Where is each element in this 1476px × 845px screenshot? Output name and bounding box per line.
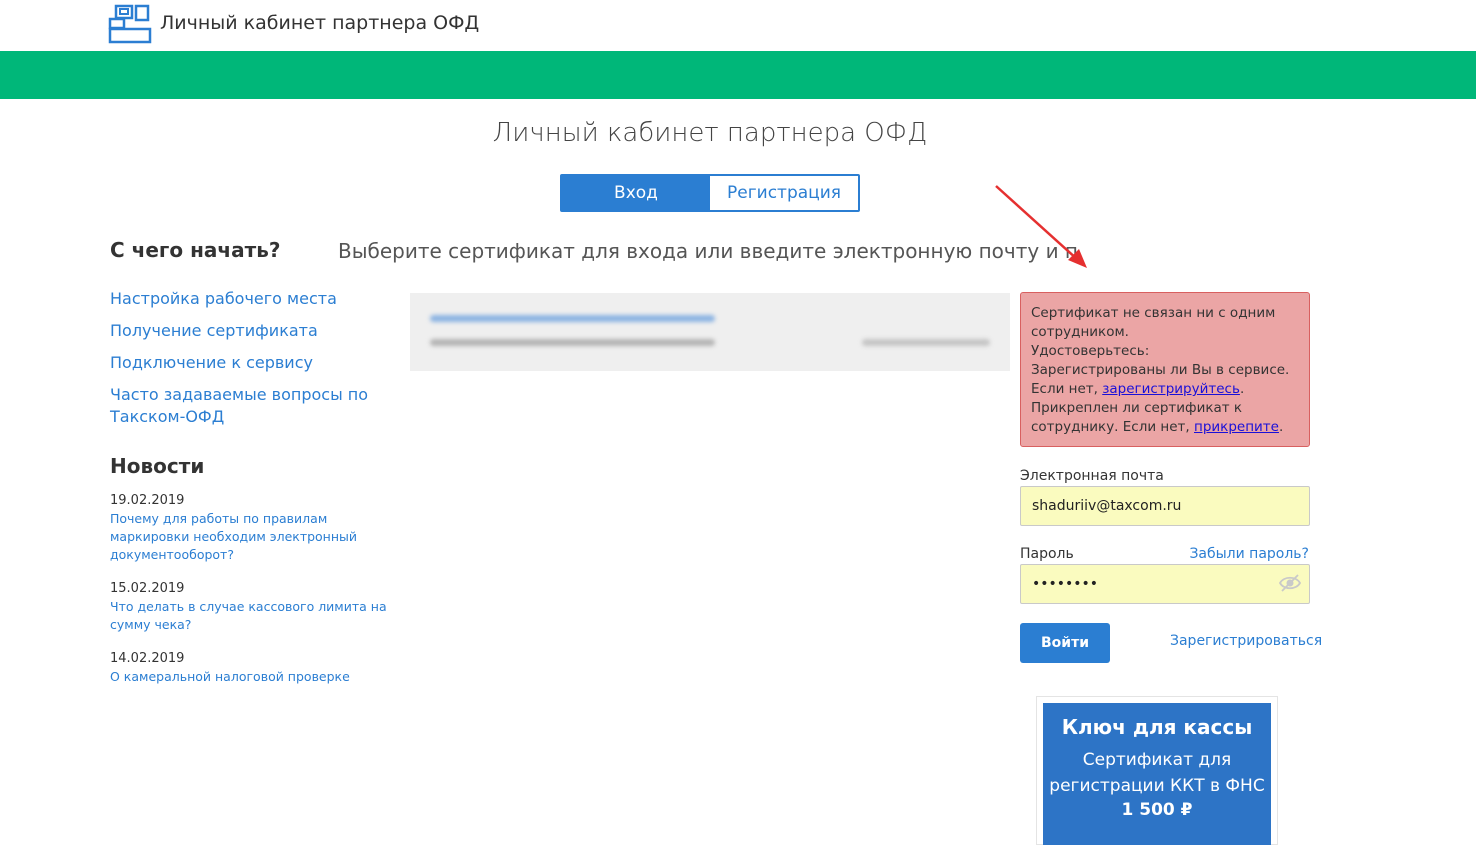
alert-attach-link[interactable]: прикрепите — [1194, 419, 1279, 435]
promo-description: Сертификат для регистрации ККТ в ФНС — [1049, 750, 1265, 796]
brand-title[interactable]: Личный кабинет партнера ОФД — [160, 12, 479, 34]
alert-text: Сертификат не связан ни с одним сотрудни… — [1031, 305, 1276, 340]
alert-register-link[interactable]: зарегистрируйтесь — [1102, 381, 1240, 397]
email-field[interactable] — [1020, 486, 1310, 526]
news-title: Новости — [110, 454, 205, 478]
header-band — [0, 51, 1476, 99]
register-link[interactable]: Зарегистрироваться — [1170, 633, 1322, 649]
promo-content: Ключ для кассы Сертификат для регистраци… — [1043, 703, 1271, 845]
tab-login[interactable]: Вход — [562, 176, 710, 210]
alert-text: Зарегистрированы ли Вы в сервисе. — [1031, 362, 1290, 378]
promo-banner[interactable]: Ключ для кассы Сертификат для регистраци… — [1036, 696, 1278, 845]
certificate-list-item[interactable] — [410, 293, 1010, 371]
news-link[interactable]: О камеральной налоговой проверке — [110, 668, 390, 686]
login-button[interactable]: Войти — [1020, 623, 1110, 663]
news-item: 19.02.2019 Почему для работы по правилам… — [110, 492, 390, 564]
news-date: 14.02.2019 — [110, 651, 185, 666]
sidebar-link-connect-service[interactable]: Подключение к сервису — [110, 352, 390, 374]
alert-text: Если нет, зарегистрируйтесь. — [1031, 381, 1245, 397]
certificate-error-alert: Сертификат не связан ни с одним сотрудни… — [1020, 292, 1310, 447]
news-date: 19.02.2019 — [110, 493, 185, 508]
sidebar-link-workplace-setup[interactable]: Настройка рабочего места — [110, 288, 390, 310]
news-item: 15.02.2019 Что делать в случае кассового… — [110, 580, 390, 634]
certificate-validity-blurred — [862, 339, 990, 346]
red-arrow-annotation — [995, 185, 1087, 268]
promo-title: Ключ для кассы — [1061, 715, 1253, 739]
page-title: Личный кабинет партнера ОФД — [492, 118, 928, 148]
password-label: Пароль — [1020, 546, 1074, 562]
sidebar-link-faq[interactable]: Часто задаваемые вопросы по Такском-ОФД — [110, 384, 390, 428]
forgot-password-link[interactable]: Забыли пароль? — [1189, 546, 1309, 562]
top-bar: Личный кабинет партнера ОФД — [0, 0, 1476, 51]
password-field[interactable] — [1020, 564, 1310, 604]
promo-price: 1 500 ₽ — [1121, 800, 1193, 820]
certificate-issuer-blurred — [430, 339, 715, 346]
news-link[interactable]: Что делать в случае кассового лимита на … — [110, 598, 390, 634]
show-password-icon[interactable] — [1278, 573, 1302, 593]
tab-registration[interactable]: Регистрация — [710, 176, 858, 210]
news-item: 14.02.2019 О камеральной налоговой прове… — [110, 650, 390, 686]
alert-text: Прикреплен ли сертификат к сотруднику. Е… — [1031, 400, 1284, 435]
cash-register-icon[interactable] — [108, 4, 152, 44]
alert-text: Удостоверьтесь: — [1031, 343, 1150, 359]
login-instructions: Выберите сертификат для входа или введит… — [338, 239, 1078, 263]
sidebar-link-get-certificate[interactable]: Получение сертификата — [110, 320, 390, 342]
auth-tabs: Вход Регистрация — [560, 174, 860, 212]
sidebar: С чего начать? Настройка рабочего места … — [110, 238, 390, 702]
certificate-owner-blurred — [430, 315, 715, 322]
news-date: 15.02.2019 — [110, 581, 185, 596]
email-label: Электронная почта — [1020, 468, 1164, 484]
news-link[interactable]: Почему для работы по правилам маркировки… — [110, 510, 390, 564]
